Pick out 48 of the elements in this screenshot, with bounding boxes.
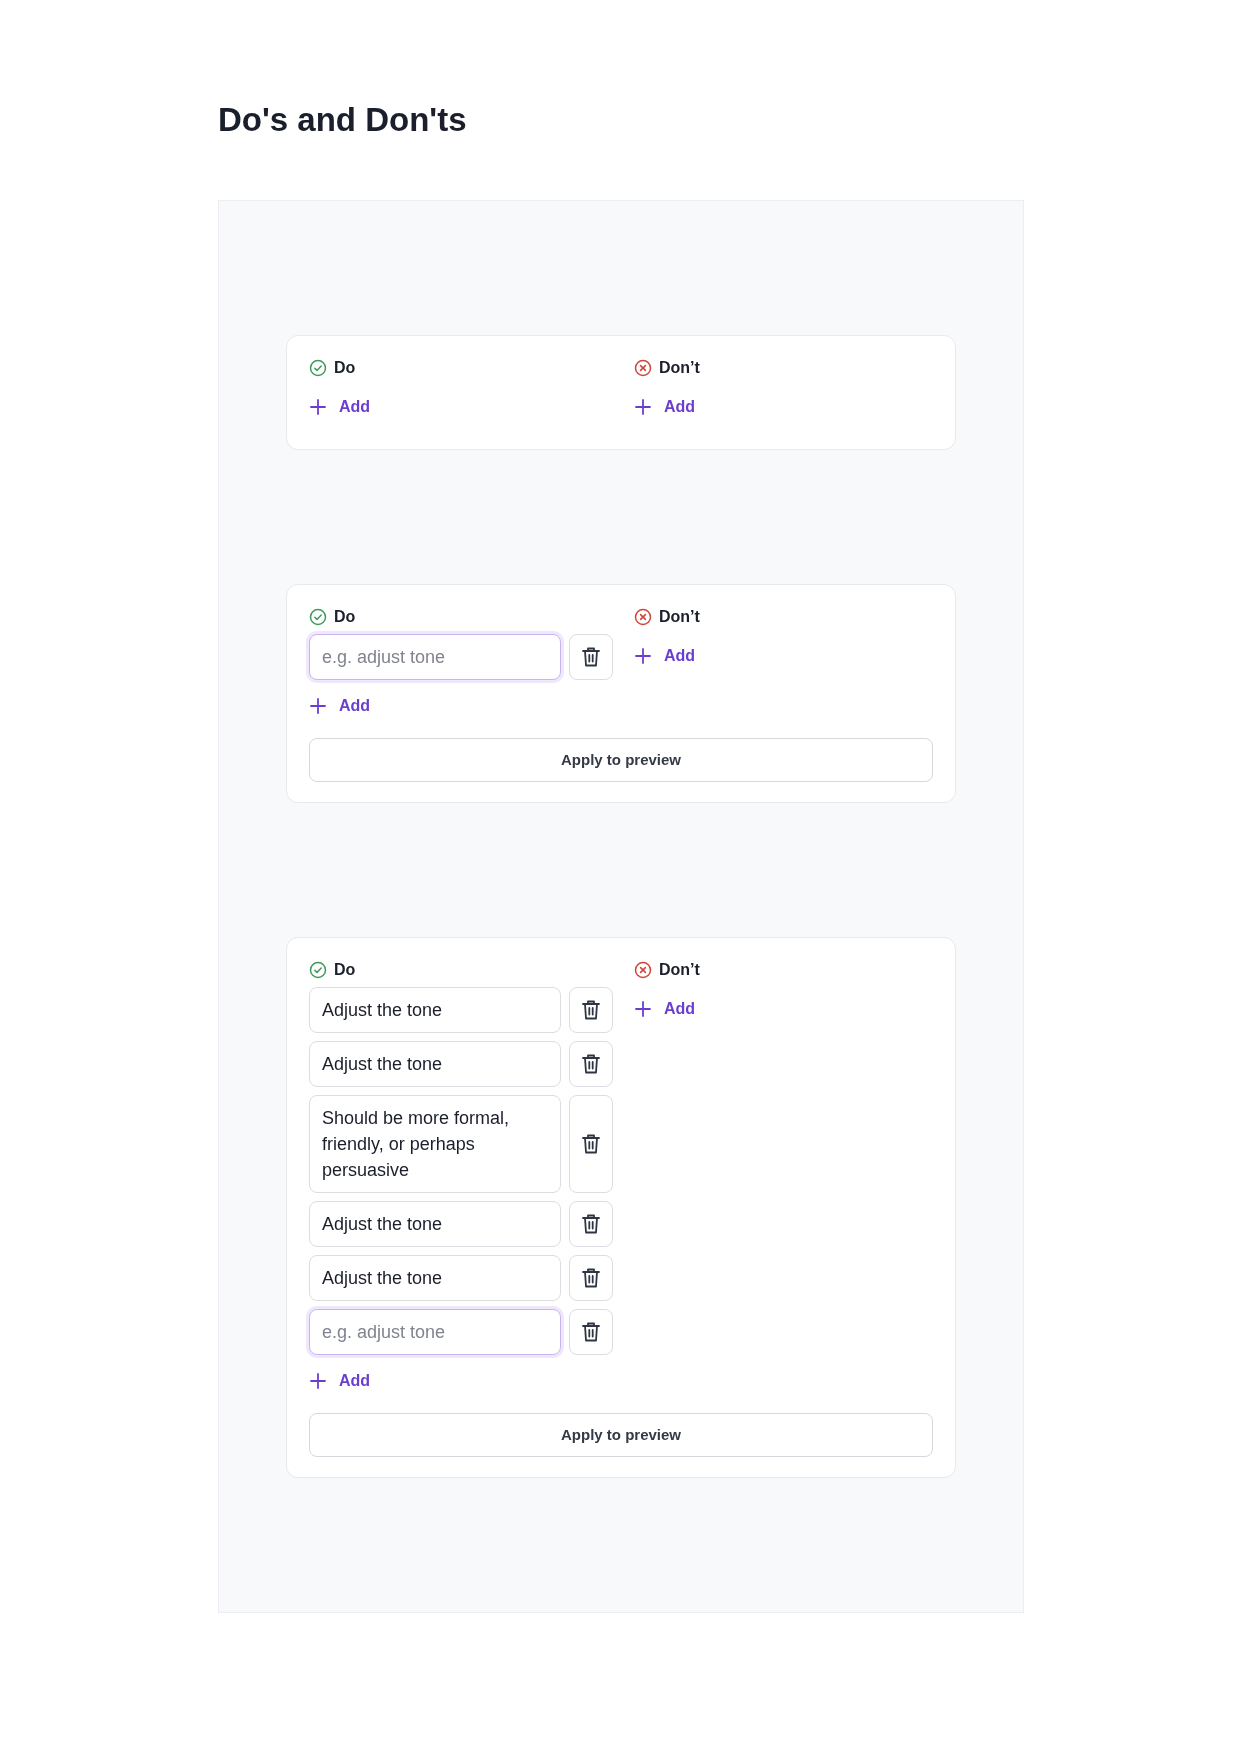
- apply-button[interactable]: Apply to preview: [309, 1413, 933, 1457]
- add-link[interactable]: Add: [309, 684, 371, 728]
- apply-button[interactable]: Apply to preview: [309, 738, 933, 782]
- trash-icon: [581, 1321, 601, 1343]
- entry-field[interactable]: Adjust the tone: [309, 1201, 561, 1247]
- x-circle-icon: [634, 359, 652, 377]
- plus-icon: [634, 398, 652, 416]
- trash-icon: [581, 1267, 601, 1289]
- add-link[interactable]: Add: [309, 1359, 371, 1403]
- check-circle-icon: [309, 359, 327, 377]
- check-circle-icon: [309, 961, 327, 979]
- plus-icon: [634, 1000, 652, 1018]
- add-link[interactable]: Add: [634, 987, 696, 1031]
- delete-button[interactable]: [569, 1201, 613, 1247]
- column-heading: Do: [334, 358, 356, 378]
- column-heading: Don’t: [659, 960, 700, 980]
- column-heading: Don’t: [659, 358, 700, 378]
- delete-button[interactable]: [569, 1255, 613, 1301]
- entry-field[interactable]: Adjust the tone: [309, 987, 561, 1033]
- x-circle-icon: [634, 608, 652, 626]
- trash-icon: [581, 646, 601, 668]
- plus-icon: [634, 647, 652, 665]
- delete-button[interactable]: [569, 634, 613, 680]
- delete-button[interactable]: [569, 1309, 613, 1355]
- plus-icon: [309, 398, 327, 416]
- trash-icon: [581, 1053, 601, 1075]
- delete-button[interactable]: [569, 1095, 613, 1193]
- column-heading: Do: [334, 960, 356, 980]
- add-link[interactable]: Add: [634, 385, 696, 429]
- plus-icon: [309, 1372, 327, 1390]
- entry-field[interactable]: Adjust the tone: [309, 1255, 561, 1301]
- column-heading: Don’t: [659, 607, 700, 627]
- delete-button[interactable]: [569, 987, 613, 1033]
- column-heading: Do: [334, 607, 356, 627]
- trash-icon: [581, 1213, 601, 1235]
- entry-field[interactable]: e.g. adjust tone: [309, 634, 561, 680]
- x-circle-icon: [634, 961, 652, 979]
- entry-field[interactable]: Should be more formal, friendly, or perhaps persuasive: [309, 1095, 561, 1193]
- delete-button[interactable]: [569, 1041, 613, 1087]
- entry-field[interactable]: e.g. adjust tone: [309, 1309, 561, 1355]
- entry-field[interactable]: Adjust the tone: [309, 1041, 561, 1087]
- plus-icon: [309, 697, 327, 715]
- add-link[interactable]: Add: [309, 385, 371, 429]
- add-link[interactable]: Add: [634, 634, 696, 678]
- trash-icon: [581, 1133, 601, 1155]
- trash-icon: [581, 999, 601, 1021]
- check-circle-icon: [309, 608, 327, 626]
- page-title: Do's and Don'ts: [218, 100, 468, 140]
